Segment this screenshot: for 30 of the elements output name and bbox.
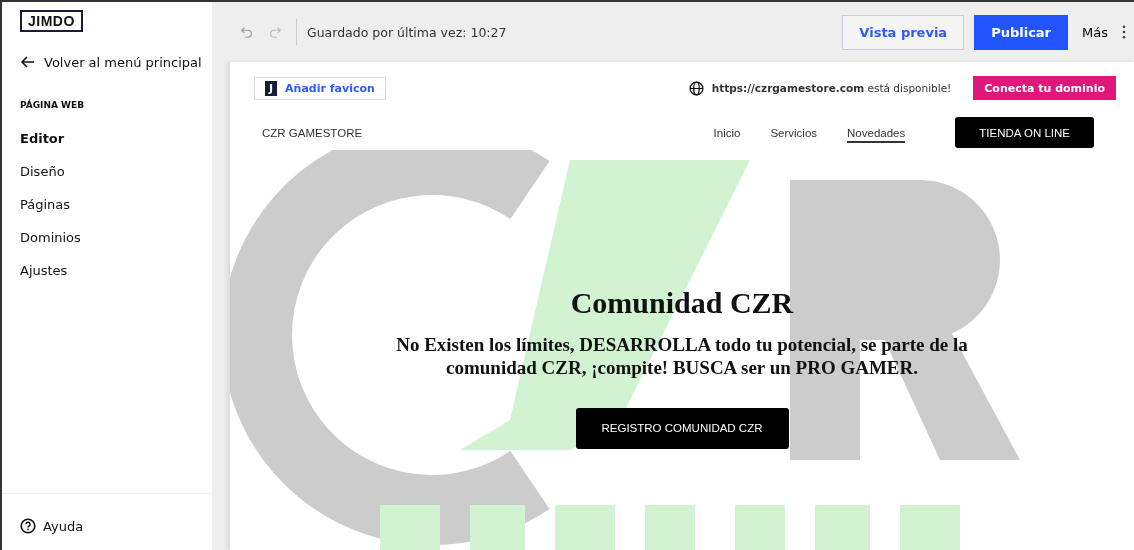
shop-button[interactable]: TIENDA ON LINE	[955, 117, 1094, 148]
favicon-button[interactable]: J Añadir favicon	[254, 76, 386, 100]
arrow-left-icon	[20, 54, 36, 70]
nav-link[interactable]: Novedades	[847, 122, 906, 143]
connect-domain-button[interactable]: Conecta tu dominio	[973, 76, 1116, 100]
register-button[interactable]: REGISTRO COMUNIDAD CZR	[575, 407, 789, 449]
domain-notice: https://czrgamestore.com está disponible!	[711, 82, 952, 94]
sidebar-item[interactable]: Editor	[20, 122, 212, 155]
sidebar-item[interactable]: Diseño	[20, 155, 212, 188]
undo-icon[interactable]	[240, 25, 254, 39]
section-title: PÁGINA WEB	[20, 100, 86, 110]
help-icon	[20, 518, 36, 534]
back-link[interactable]: Volver al menú principal	[20, 54, 212, 70]
sidebar-item[interactable]: Páginas	[20, 188, 212, 221]
more-button[interactable]: Más	[1082, 24, 1108, 40]
globe-icon	[688, 80, 704, 96]
sidebar-item[interactable]: Ajustes	[20, 254, 212, 287]
publish-button[interactable]: Publicar	[974, 14, 1069, 50]
redo-icon[interactable]	[268, 25, 282, 39]
hero-text: No Existen los límites, DESARROLLA todo tu potencial, se parte de la comunidad CZR, ¡compite! BUSCA ser un PRO GAMER.	[395, 334, 969, 380]
nav-link[interactable]: Inicio	[713, 122, 741, 143]
nav-link[interactable]: Servicios	[770, 122, 818, 143]
site-brand[interactable]: CZR GAMESTORE	[262, 126, 363, 139]
preview-button[interactable]: Vista previa	[842, 14, 965, 50]
hero-title: Comunidad CZR	[570, 286, 794, 320]
favicon-badge: J	[265, 80, 278, 96]
saved-status: Guardado por última vez: 10:27	[307, 24, 507, 40]
kebab-menu-icon[interactable]	[1122, 25, 1126, 39]
sidebar-item[interactable]: Dominios	[20, 221, 212, 254]
jimdo-logo[interactable]: JIMDO	[20, 10, 83, 32]
